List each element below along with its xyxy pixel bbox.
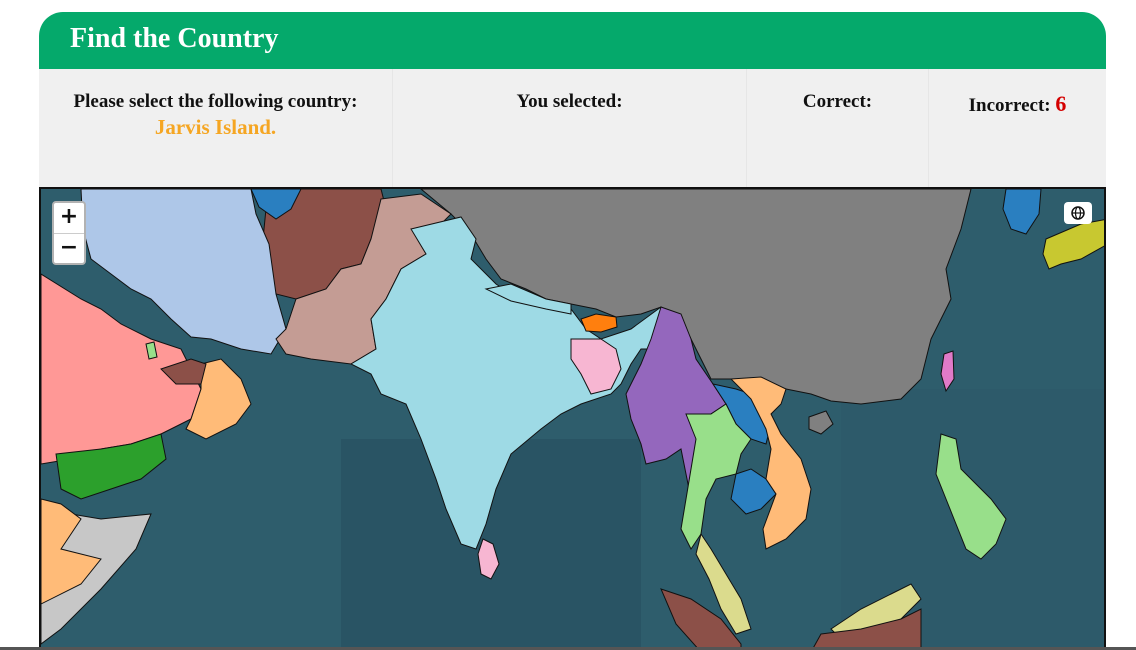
prompt-label: Please select the following country: (73, 91, 358, 112)
selected-cell: You selected: (392, 69, 746, 187)
zoom-in-button[interactable]: + (54, 203, 84, 233)
prompt-cell: Please select the following country: Jar… (39, 69, 392, 187)
map-svg[interactable] (41, 189, 1106, 650)
zoom-control: + − (52, 201, 86, 265)
header-bar: Find the Country (39, 12, 1106, 69)
info-bar: Please select the following country: Jar… (39, 69, 1106, 187)
incorrect-cell: Incorrect: 6 (928, 69, 1106, 187)
globe-icon (1071, 206, 1085, 220)
layers-button[interactable] (1064, 202, 1092, 224)
incorrect-label: Incorrect: 6 (968, 91, 1067, 116)
map-container[interactable]: + − (39, 187, 1106, 650)
target-country: Jarvis Island. (154, 115, 277, 139)
page-title: Find the Country (70, 23, 279, 54)
zoom-out-button[interactable]: − (54, 233, 84, 264)
incorrect-count: 6 (1055, 91, 1067, 116)
game-card: Find the Country Please select the follo… (39, 12, 1106, 650)
correct-cell: Correct: (746, 69, 928, 187)
correct-label: Correct: (802, 91, 873, 112)
selected-label: You selected: (516, 91, 623, 112)
